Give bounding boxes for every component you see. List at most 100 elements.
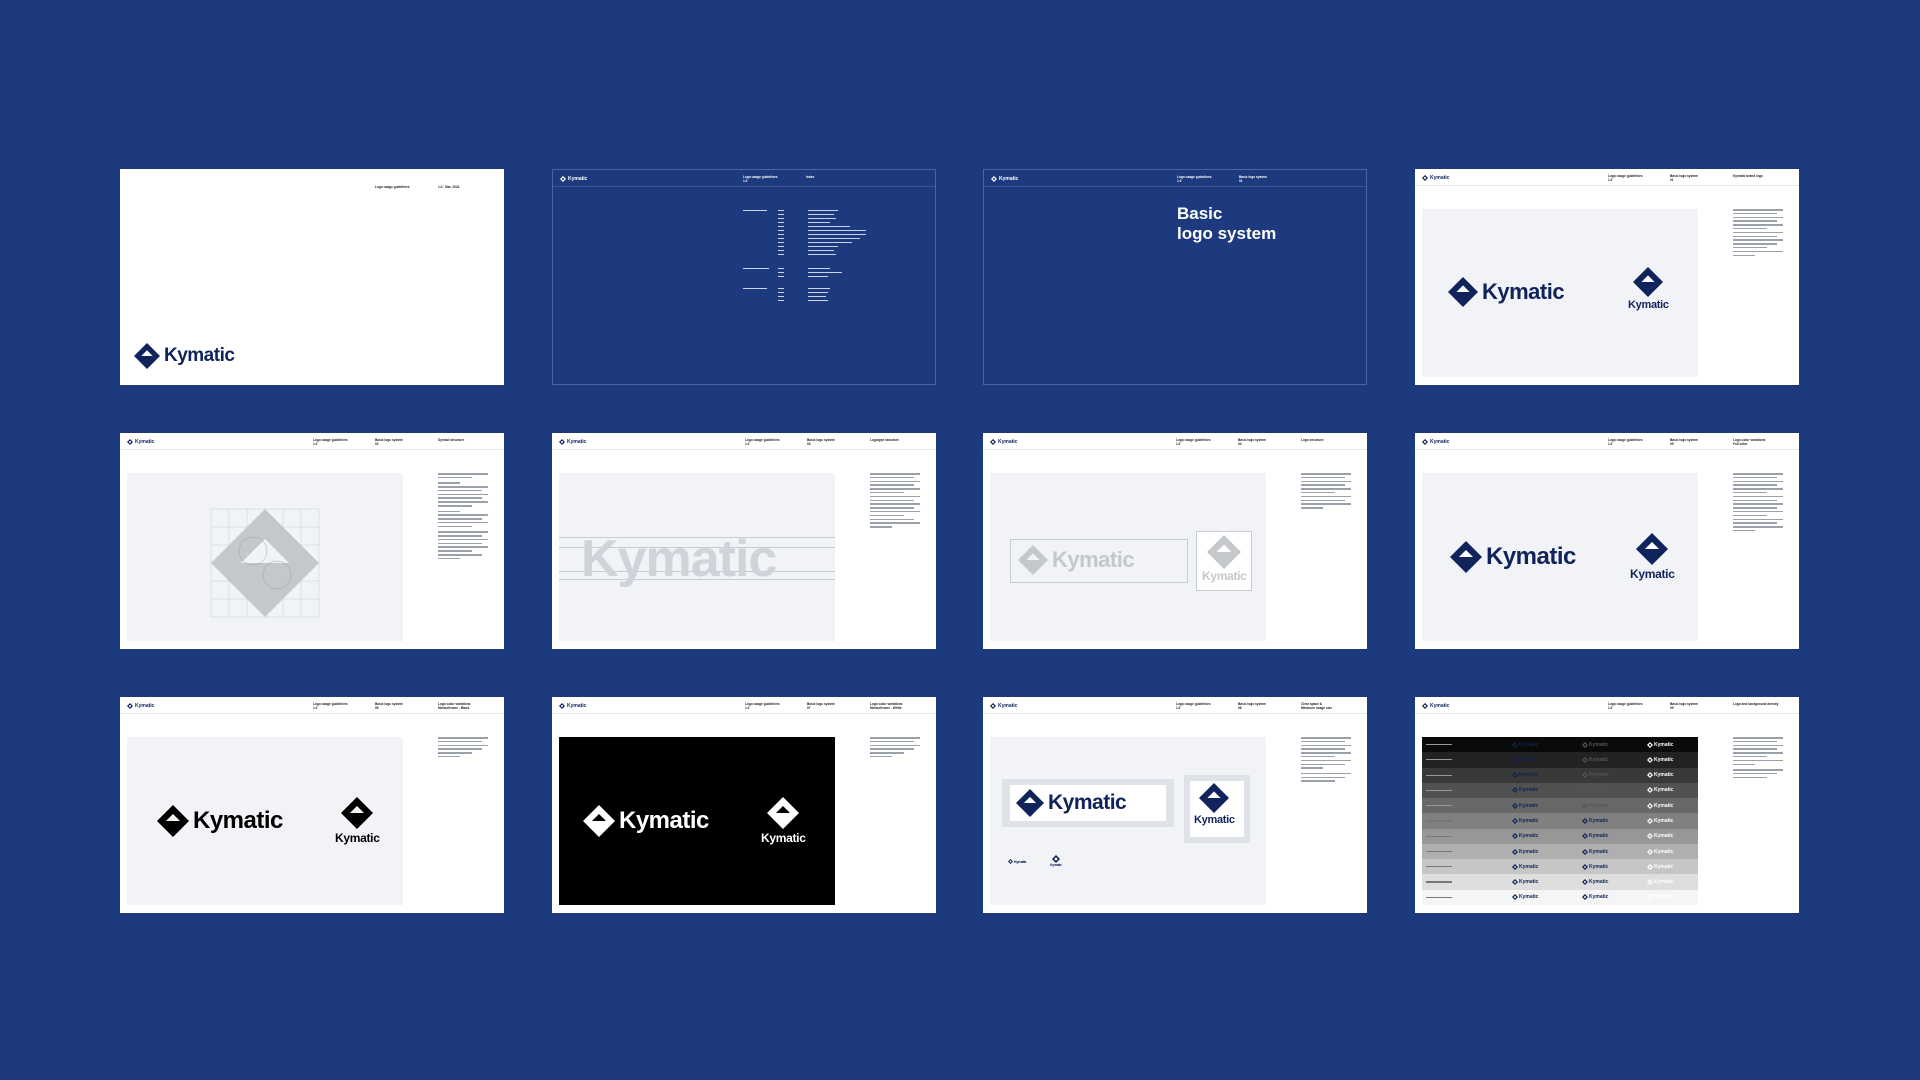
density-logo: Kymatic [1582, 879, 1608, 886]
header-col-1: Logo usage guidelines 1.0 [1177, 175, 1212, 183]
kymatic-symbol-icon [1647, 894, 1653, 901]
density-logo: Kymatic [1647, 772, 1673, 779]
slide-cover[interactable]: Logo usage guidelines 1.0 , Mar. 2024 Ky… [120, 169, 504, 385]
description-text [1733, 209, 1789, 258]
description-text [870, 473, 926, 530]
kymatic-symbol-icon [559, 439, 565, 445]
description-text [1733, 737, 1789, 780]
density-row: Kymatic Kymatic Kymatic [1422, 752, 1698, 768]
kymatic-symbol-icon [1647, 879, 1653, 886]
min-size-stacked-logo: Kymatic [1050, 855, 1062, 867]
density-logo: Kymatic [1647, 802, 1673, 809]
header-col-2: Basic logo system 09 [1670, 702, 1698, 710]
slide-header-logo: Kymatic [991, 176, 1018, 182]
slide-brand-logo[interactable]: Kymatic Logo usage guidelines 1.0 Basic … [1415, 169, 1799, 385]
header-col-1: Logo usage guidelines 1.0 [1176, 702, 1211, 710]
density-logo: Kymatic [1582, 817, 1608, 824]
header-col-1: Logo usage guidelines 1.0 [745, 702, 780, 710]
kymatic-symbol-icon [990, 703, 996, 709]
kymatic-symbol-icon [1512, 833, 1518, 840]
slide-monochrome-white[interactable]: Kymatic Logo usage guidelines 1.0 Basic … [552, 697, 936, 913]
slide-header-logo: Kymatic [560, 176, 587, 182]
density-logo: Kymatic [1647, 817, 1673, 824]
density-label [1426, 896, 1452, 898]
density-logo: Kymatic [1647, 741, 1673, 748]
stacked-logo-black: Kymatic [335, 797, 380, 845]
slide-header-logo: Kymatic [559, 703, 586, 709]
logo-panel: Kymatic Kymatic [1422, 209, 1698, 377]
density-logo: Kymatic [1512, 863, 1538, 870]
kymatic-symbol-icon [1582, 894, 1588, 901]
header-col-2: Basic logo system 03 [807, 438, 835, 446]
header-rule [552, 449, 936, 450]
density-row: Kymatic Kymatic Kymatic [1422, 782, 1698, 799]
header-col-3: Logo and background density [1733, 702, 1779, 706]
header-col-2: Index [806, 175, 815, 179]
density-row: Kymatic Kymatic Kymatic [1422, 798, 1698, 814]
kymatic-symbol-icon [991, 176, 997, 182]
kymatic-symbol-icon [1512, 787, 1518, 794]
kymatic-symbol-icon [1647, 787, 1653, 794]
horizontal-logo: Kymatic [1448, 277, 1565, 307]
density-logo: Kymatic [1647, 863, 1673, 870]
kymatic-symbol-icon [1512, 817, 1518, 824]
density-logo: Kymatic [1512, 787, 1538, 794]
density-label [1426, 774, 1452, 776]
header-col-1: Logo usage guidelines 1.0 [1608, 702, 1643, 710]
kymatic-symbol-icon [1199, 783, 1230, 813]
density-logo: Kymatic [1647, 894, 1673, 901]
kymatic-symbol-icon [1512, 756, 1518, 763]
symbol-grid-diagram [210, 508, 320, 618]
slide-logo-structure[interactable]: Kymatic Logo usage guidelines 1.0 Basic … [983, 433, 1367, 649]
description-text [438, 737, 494, 760]
logo-structure-panel: Kymatic Kymatic [990, 473, 1266, 641]
clear-space-panel: Kymatic Kymatic Kymatic Kymatic [990, 737, 1266, 905]
slide-symbol-structure[interactable]: Kymatic Logo usage guidelines 1.0 Basic … [120, 433, 504, 649]
kymatic-symbol-icon [134, 343, 160, 369]
kymatic-symbol-icon [1636, 533, 1669, 565]
slide-section[interactable]: Kymatic Logo usage guidelines 1.0 Basic … [983, 169, 1367, 385]
density-grid: Kymatic Kymatic Kymatic Kymatic Kymatic Kymat… [1422, 737, 1698, 905]
description-text [438, 473, 494, 562]
symbol-construction-panel [127, 473, 403, 641]
header-col-3: Logotype structure [870, 438, 900, 442]
density-label [1426, 866, 1452, 868]
header-rule [120, 713, 504, 714]
kymatic-symbol-icon [1647, 863, 1653, 870]
slide-monochrome-black[interactable]: Kymatic Logo usage guidelines 1.0 Basic … [120, 697, 504, 913]
density-logo: Kymatic [1512, 772, 1538, 779]
slide-logotype-structure[interactable]: Kymatic Logo usage guidelines 1.0 Basic … [552, 433, 936, 649]
kymatic-symbol-icon [767, 797, 800, 829]
kymatic-symbol-icon [1422, 175, 1428, 181]
kymatic-symbol-icon [341, 797, 374, 829]
density-row: Kymatic Kymatic Kymatic [1422, 737, 1698, 753]
density-logo: Kymatic [1647, 833, 1673, 840]
horizontal-logo-gray: Kymatic [1018, 545, 1135, 575]
header-rule [984, 186, 1366, 187]
kymatic-symbol-icon [1512, 863, 1518, 870]
kymatic-symbol-icon [1450, 541, 1482, 573]
slide-index[interactable]: Kymatic Logo usage guidelines 1.0 Index [552, 169, 936, 385]
kymatic-symbol-icon [1647, 848, 1653, 855]
cover-version: 1.0 , Mar. 2024 [438, 185, 460, 189]
full-color-panel: Kymatic Kymatic [1422, 473, 1698, 641]
slide-header-logo: Kymatic [127, 703, 154, 709]
slide-header-logo: Kymatic [127, 439, 154, 445]
kymatic-symbol-icon [1582, 848, 1588, 855]
slide-full-color[interactable]: Kymatic Logo usage guidelines 1.0 Basic … [1415, 433, 1799, 649]
density-row: Kymatic Kymatic Kymatic [1422, 859, 1698, 875]
kymatic-symbol-icon [1512, 894, 1518, 901]
header-col-2: Basic logo system 02 [375, 438, 403, 446]
density-logo: Kymatic [1512, 894, 1538, 901]
kymatic-symbol-icon [1633, 267, 1664, 297]
slide-clear-space[interactable]: Kymatic Logo usage guidelines 1.0 Basic … [983, 697, 1367, 913]
kymatic-symbol-icon [1582, 787, 1588, 794]
kymatic-symbol-icon [1008, 859, 1013, 864]
kymatic-symbol-icon [1512, 879, 1518, 886]
density-logo: Kymatic [1647, 756, 1673, 763]
kymatic-symbol-icon [1582, 817, 1588, 824]
header-col-3: Kymatic brand logo [1733, 174, 1763, 178]
density-row: Kymatic Kymatic Kymatic [1422, 889, 1698, 905]
density-logo: Kymatic [1647, 879, 1673, 886]
slide-background-density[interactable]: Kymatic Logo usage guidelines 1.0 Basic … [1415, 697, 1799, 913]
